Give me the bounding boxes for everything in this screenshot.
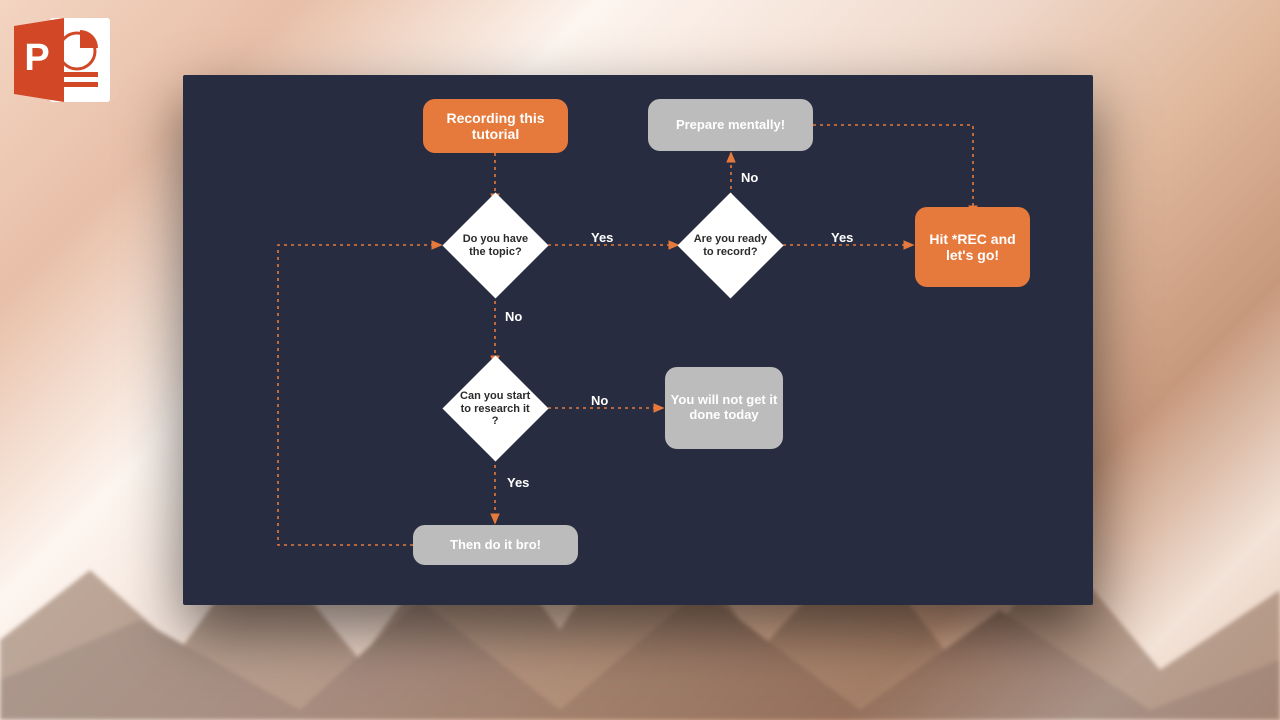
decision-research: Can you start to research it ? xyxy=(442,355,548,461)
node-rec-label: Hit *REC and let's go! xyxy=(915,231,1030,263)
node-rec: Hit *REC and let's go! xyxy=(915,207,1030,287)
svg-text:P: P xyxy=(24,37,49,79)
slide-canvas: Recording this tutorial Prepare mentally… xyxy=(183,75,1093,605)
flow-connectors xyxy=(183,75,1093,605)
decision-ready-label: Are you ready to record? xyxy=(693,233,768,258)
label-ready-no: No xyxy=(741,170,758,185)
node-prepare: Prepare mentally! xyxy=(648,99,813,151)
decision-ready: Are you ready to record? xyxy=(677,192,783,298)
label-ready-yes: Yes xyxy=(831,230,853,245)
label-research-no: No xyxy=(591,393,608,408)
node-doit-label: Then do it bro! xyxy=(450,538,541,553)
label-research-yes: Yes xyxy=(507,475,529,490)
node-start-label: Recording this tutorial xyxy=(423,110,568,142)
node-notdone-label: You will not get it done today xyxy=(665,393,783,423)
node-notdone: You will not get it done today xyxy=(665,367,783,449)
label-topic-yes: Yes xyxy=(591,230,613,245)
decision-research-label: Can you start to research it ? xyxy=(458,390,533,428)
node-doit: Then do it bro! xyxy=(413,525,578,565)
node-prepare-label: Prepare mentally! xyxy=(676,118,785,133)
powerpoint-icon: P xyxy=(10,10,115,110)
label-topic-no: No xyxy=(505,309,522,324)
node-start: Recording this tutorial xyxy=(423,99,568,153)
decision-topic-label: Do you have the topic? xyxy=(458,233,533,258)
decision-topic: Do you have the topic? xyxy=(442,192,548,298)
